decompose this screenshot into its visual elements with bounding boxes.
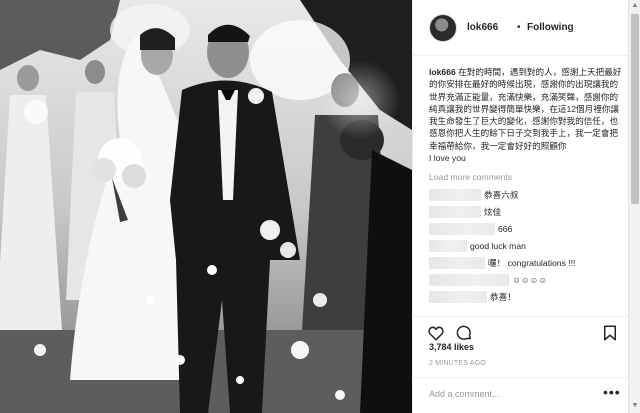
comment-item: 恭喜！ (429, 288, 625, 305)
add-comment-input[interactable]: Add a comment... (429, 389, 500, 399)
post-timestamp[interactable]: 2 MINUTES AGO (429, 360, 486, 367)
scrollbar[interactable]: ▲ ▼ (628, 0, 640, 413)
caption-text: 在對的時間，遇到對的人，感謝上天把最好的你安排在最好的時候出現，感謝你的出現讓我… (429, 67, 622, 151)
caption-and-comments: lok666 在對的時間，遇到對的人，感謝上天把最好的你安排在最好的時候出現，感… (429, 66, 625, 305)
more-options-icon[interactable]: ••• (603, 384, 621, 400)
redacted-username[interactable] (429, 205, 481, 218)
redacted-username[interactable] (429, 188, 481, 201)
bookmark-icon[interactable] (601, 324, 619, 342)
scroll-down-icon[interactable]: ▼ (631, 402, 639, 410)
separator-dot: • (517, 22, 521, 33)
redacted-username[interactable] (429, 239, 467, 252)
comment-text: good luck man (470, 240, 526, 251)
post-photo[interactable] (0, 0, 412, 413)
redacted-username[interactable] (429, 256, 485, 269)
comment-icon[interactable] (455, 324, 473, 342)
comment-item: ☺☺☺☺ (429, 271, 625, 288)
comment-item: 囉！ congratulations !!! (429, 254, 625, 271)
comment-item: 炫佳 (429, 203, 625, 220)
likes-count[interactable]: 3,784 likes (429, 342, 474, 352)
comment-text: 666 (498, 223, 513, 234)
comment-list: 恭喜六叔 炫佳 666 good luck man 囉！ congratulat… (429, 186, 625, 305)
scrollbar-thumb[interactable] (631, 14, 639, 204)
redacted-username[interactable] (429, 290, 487, 303)
comment-item: 666 (429, 220, 625, 237)
caption-author-link[interactable]: lok666 (429, 67, 456, 77)
avatar[interactable] (429, 14, 457, 42)
post-details-panel: lok666 • Following lok666 在對的時間，遇到對的人，感謝… (412, 0, 629, 413)
scroll-up-icon[interactable]: ▲ (631, 2, 639, 10)
comment-item: good luck man (429, 237, 625, 254)
load-more-comments-link[interactable]: Load more comments (429, 172, 625, 182)
username-link[interactable]: lok666 (467, 22, 498, 33)
comment-item: 恭喜六叔 (429, 186, 625, 203)
redacted-username[interactable] (429, 222, 495, 235)
heart-icon[interactable] (427, 324, 445, 342)
add-comment-bar: Add a comment... ••• (413, 377, 629, 413)
redacted-username[interactable] (429, 273, 509, 286)
post-header: lok666 • Following (413, 0, 629, 56)
comment-text: 囉！ congratulations !!! (488, 257, 576, 268)
instagram-post-modal: lok666 • Following lok666 在對的時間，遇到對的人，感謝… (0, 0, 640, 413)
comment-text: ☺☺☺☺ (512, 274, 548, 285)
comment-text: 恭喜！ (490, 291, 516, 302)
comment-text: 恭喜六叔 (484, 189, 519, 200)
comment-text: 炫佳 (484, 206, 502, 217)
following-button[interactable]: Following (527, 22, 574, 33)
wedding-photo-illustration (0, 0, 412, 413)
caption-tail: I love you (429, 153, 466, 164)
caption: lok666 在對的時間，遇到對的人，感謝上天把最好的你安排在最好的時候出現，感… (429, 66, 625, 152)
